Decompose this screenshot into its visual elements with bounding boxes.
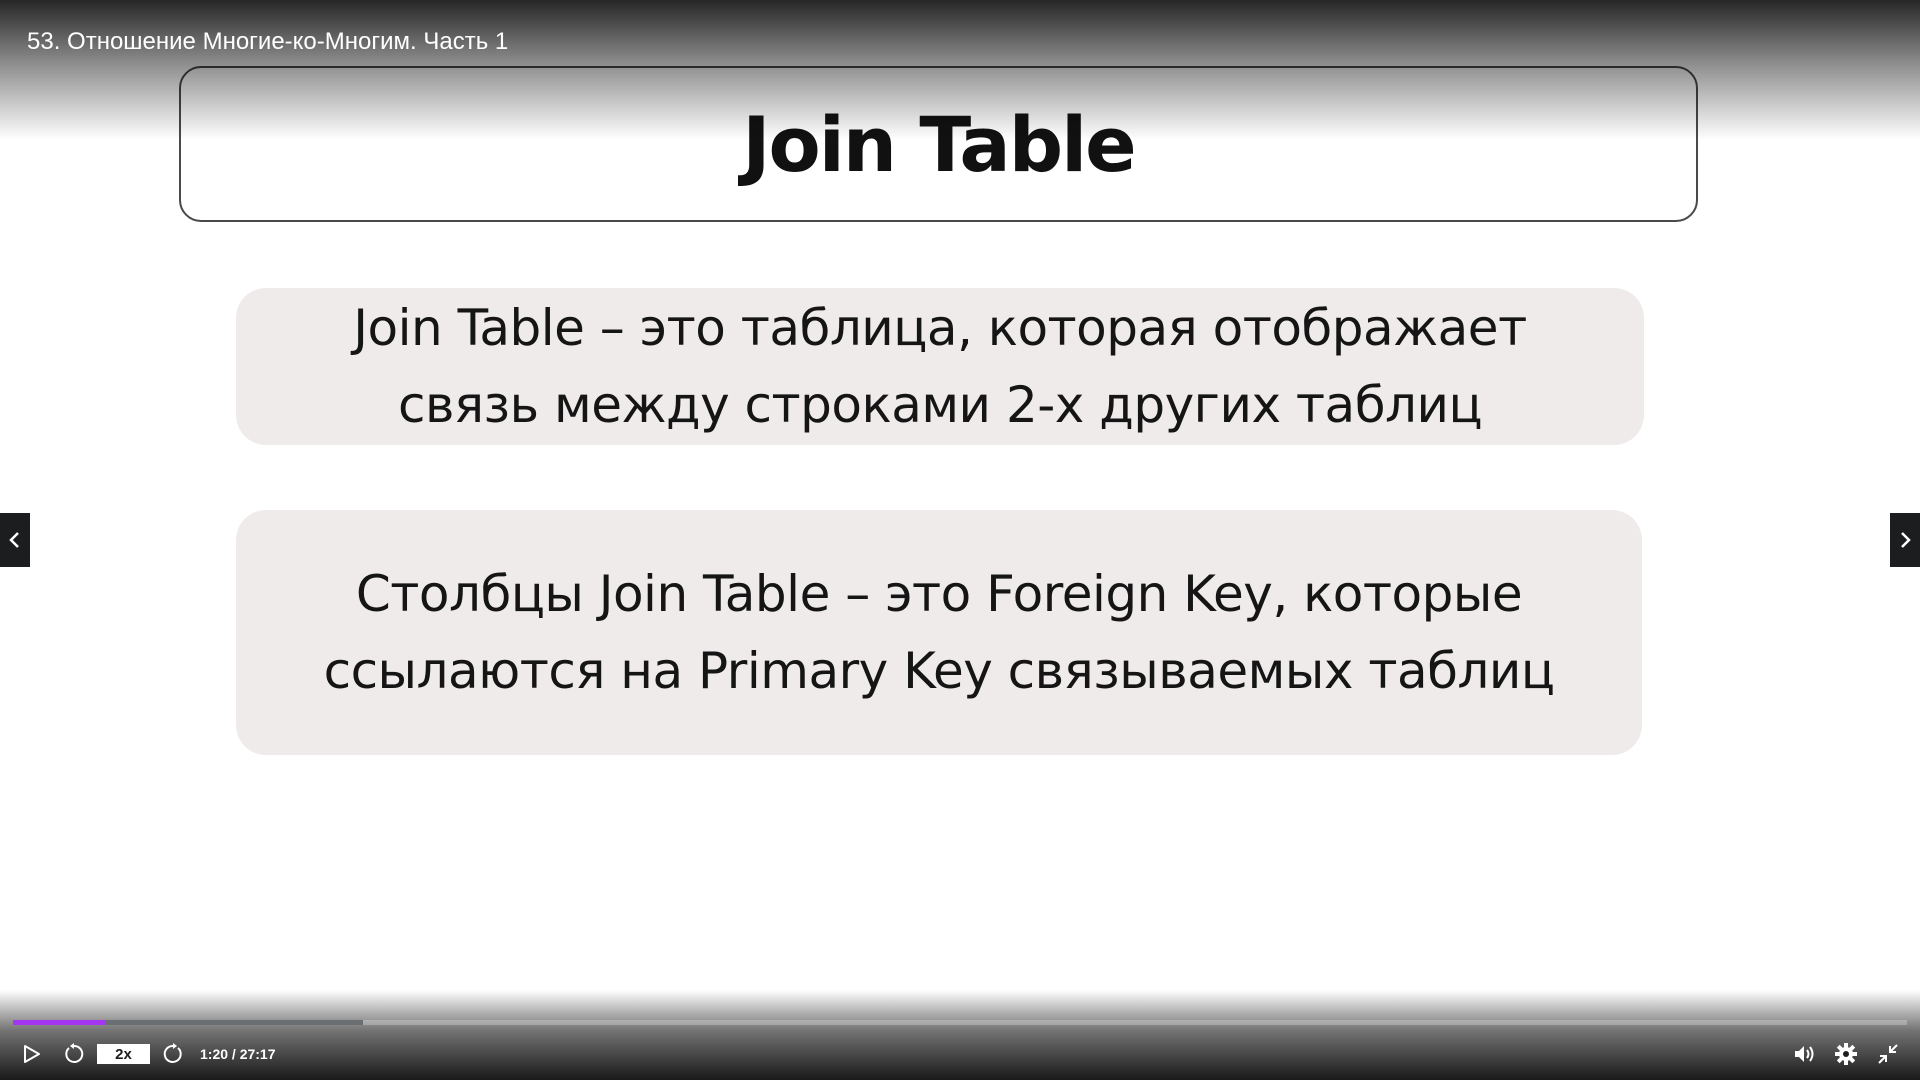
previous-lecture-button[interactable]	[0, 513, 30, 567]
time-display: 1:20 / 27:17	[200, 1046, 276, 1062]
chevron-left-icon	[9, 532, 19, 548]
lecture-slide: Join Table Join Table – это таблица, кот…	[0, 0, 1920, 1080]
exit-fullscreen-icon	[1878, 1044, 1898, 1064]
progress-played	[13, 1020, 106, 1025]
slide-columns-text: Столбцы Join Table – это Foreign Key, ко…	[323, 564, 1555, 700]
chevron-right-icon	[1901, 532, 1911, 548]
slide-columns-box: Столбцы Join Table – это Foreign Key, ко…	[236, 510, 1642, 755]
slide-title-box: Join Table	[179, 66, 1698, 222]
progress-bar[interactable]	[13, 1020, 1907, 1025]
forward-5-icon	[163, 1043, 182, 1063]
gear-icon	[1835, 1043, 1857, 1065]
rewind-5-icon	[65, 1043, 84, 1063]
slide-definition-text: Join Table – это таблица, которая отобра…	[353, 298, 1527, 434]
video-title: 53. Отношение Многие-ко-Многим. Часть 1	[27, 28, 509, 55]
volume-icon	[1795, 1046, 1814, 1062]
control-bar: 2x 1:20 / 27:17	[0, 1036, 1920, 1072]
forward-button[interactable]	[159, 1036, 187, 1072]
playback-speed-button[interactable]: 2x	[97, 1044, 150, 1064]
slide-title: Join Table	[742, 99, 1136, 189]
play-button[interactable]	[18, 1036, 46, 1072]
volume-button[interactable]	[1791, 1036, 1819, 1072]
settings-button[interactable]	[1832, 1036, 1860, 1072]
rewind-button[interactable]	[60, 1036, 88, 1072]
video-player[interactable]: Join Table Join Table – это таблица, кот…	[0, 0, 1920, 1080]
slide-definition-box: Join Table – это таблица, которая отобра…	[236, 288, 1644, 445]
exit-fullscreen-button[interactable]	[1874, 1036, 1902, 1072]
next-lecture-button[interactable]	[1890, 513, 1920, 567]
play-icon	[24, 1045, 40, 1063]
